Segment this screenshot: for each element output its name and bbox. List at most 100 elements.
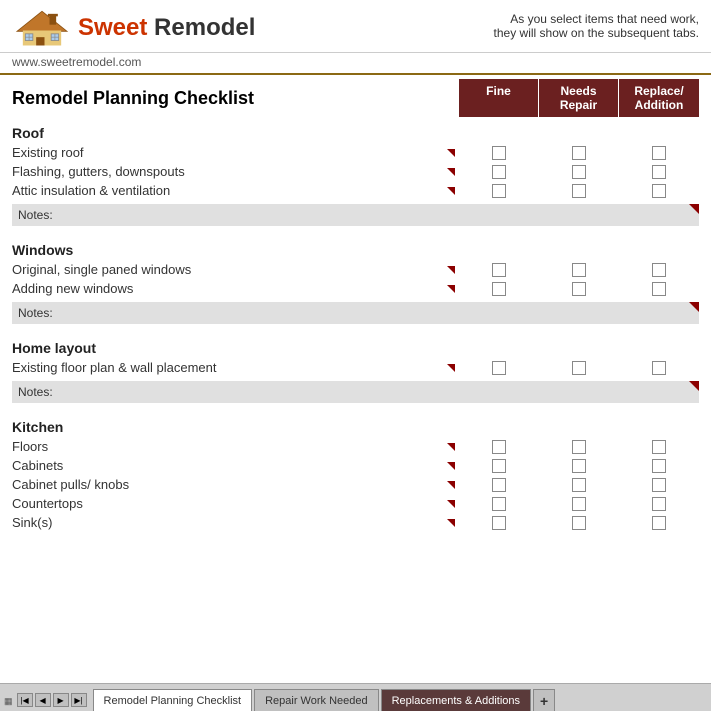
page-title: Remodel Planning Checklist <box>12 88 459 109</box>
checkbox-replace[interactable] <box>652 184 666 198</box>
notes-row-roof: Notes: <box>12 204 699 226</box>
red-corner-icon <box>447 187 455 195</box>
checkbox-cell-replace <box>619 263 699 277</box>
checkbox-fine[interactable] <box>492 165 506 179</box>
checkbox-replace[interactable] <box>652 440 666 454</box>
row-label: Cabinets <box>12 458 447 473</box>
checkbox-cell-replace <box>619 459 699 473</box>
column-headers: Fine Needs Repair Replace/ Addition <box>459 79 699 117</box>
table-row: Countertops <box>12 494 699 513</box>
checkbox-repair[interactable] <box>572 478 586 492</box>
checkbox-repair[interactable] <box>572 440 586 454</box>
table-row: Sink(s) <box>12 513 699 532</box>
tab-first-button[interactable]: |◀ <box>17 693 33 707</box>
checkbox-repair[interactable] <box>572 146 586 160</box>
checkbox-replace[interactable] <box>652 516 666 530</box>
table-row: Cabinet pulls/ knobs <box>12 475 699 494</box>
tab-remodel-planning[interactable]: Remodel Planning Checklist <box>93 689 253 711</box>
checkbox-cell-replace <box>619 361 699 375</box>
checkbox-group <box>459 361 699 375</box>
checkbox-repair[interactable] <box>572 184 586 198</box>
red-corner-icon <box>447 500 455 508</box>
col-header-needs-repair: Needs Repair <box>539 79 619 117</box>
main-content: Roof Existing roof Flashing, gutters, do… <box>0 117 711 647</box>
tab-next-button[interactable]: ▶ <box>53 693 69 707</box>
section-title-windows: Windows <box>12 234 699 260</box>
checkbox-replace[interactable] <box>652 263 666 277</box>
checkbox-cell-fine <box>459 184 539 198</box>
section-home-layout: Home layout Existing floor plan & wall p… <box>12 332 699 403</box>
checkbox-cell-replace <box>619 497 699 511</box>
row-label: Floors <box>12 439 447 454</box>
table-row: Adding new windows <box>12 279 699 298</box>
tagline-line2: they will show on the subsequent tabs. <box>494 26 699 40</box>
row-label: Existing floor plan & wall placement <box>12 360 447 375</box>
tab-prev-button[interactable]: ◀ <box>35 693 51 707</box>
logo-house-icon <box>12 8 72 48</box>
checkbox-cell-fine <box>459 263 539 277</box>
checkbox-repair[interactable] <box>572 165 586 179</box>
checkbox-fine[interactable] <box>492 440 506 454</box>
checkbox-replace[interactable] <box>652 459 666 473</box>
checkbox-replace[interactable] <box>652 361 666 375</box>
section-title-home-layout: Home layout <box>12 332 699 358</box>
logo-sweet: Sweet <box>78 14 147 41</box>
checkbox-replace[interactable] <box>652 282 666 296</box>
checkbox-cell-fine <box>459 165 539 179</box>
row-label: Original, single paned windows <box>12 262 447 277</box>
checkbox-fine[interactable] <box>492 146 506 160</box>
checkbox-cell-replace <box>619 184 699 198</box>
checkbox-fine[interactable] <box>492 459 506 473</box>
section-title-kitchen: Kitchen <box>12 411 699 437</box>
table-row: Existing floor plan & wall placement <box>12 358 699 377</box>
checkbox-repair[interactable] <box>572 497 586 511</box>
table-row: Flashing, gutters, downspouts <box>12 162 699 181</box>
checkbox-group <box>459 165 699 179</box>
tagline-line1: As you select items that need work, <box>494 12 699 26</box>
tab-last-button[interactable]: ▶| <box>71 693 87 707</box>
checkbox-fine[interactable] <box>492 516 506 530</box>
checkbox-group <box>459 282 699 296</box>
checkbox-repair[interactable] <box>572 263 586 277</box>
table-row: Existing roof <box>12 143 699 162</box>
table-row: Original, single paned windows <box>12 260 699 279</box>
row-label: Attic insulation & ventilation <box>12 183 447 198</box>
table-row: Cabinets <box>12 456 699 475</box>
checkbox-fine[interactable] <box>492 361 506 375</box>
notes-row-windows: Notes: <box>12 302 699 324</box>
checkbox-cell-repair <box>539 459 619 473</box>
notes-label: Notes: <box>18 385 53 399</box>
checkbox-cell-repair <box>539 263 619 277</box>
tab-add-button[interactable]: + <box>533 689 555 711</box>
checkbox-repair[interactable] <box>572 361 586 375</box>
checkbox-replace[interactable] <box>652 497 666 511</box>
checkbox-replace[interactable] <box>652 146 666 160</box>
checkbox-repair[interactable] <box>572 282 586 296</box>
notes-label: Notes: <box>18 208 53 222</box>
checkbox-fine[interactable] <box>492 263 506 277</box>
checkbox-replace[interactable] <box>652 478 666 492</box>
notes-label: Notes: <box>18 306 53 320</box>
checkbox-cell-repair <box>539 478 619 492</box>
tab-repair-work[interactable]: Repair Work Needed <box>254 689 379 711</box>
checkbox-repair[interactable] <box>572 459 586 473</box>
checkbox-cell-repair <box>539 184 619 198</box>
checkbox-group <box>459 263 699 277</box>
red-corner-icon <box>447 168 455 176</box>
row-label: Cabinet pulls/ knobs <box>12 477 447 492</box>
checkbox-fine[interactable] <box>492 497 506 511</box>
checkbox-group <box>459 184 699 198</box>
tab-replacements[interactable]: Replacements & Additions <box>381 689 531 711</box>
checkbox-cell-fine <box>459 478 539 492</box>
checkbox-repair[interactable] <box>572 516 586 530</box>
checkbox-cell-repair <box>539 440 619 454</box>
checkbox-replace[interactable] <box>652 165 666 179</box>
checkbox-fine[interactable] <box>492 184 506 198</box>
notes-row-home-layout: Notes: <box>12 381 699 403</box>
checkbox-fine[interactable] <box>492 478 506 492</box>
checkbox-fine[interactable] <box>492 282 506 296</box>
checkbox-cell-replace <box>619 478 699 492</box>
red-corner-icon <box>447 462 455 470</box>
section-roof: Roof Existing roof Flashing, gutters, do… <box>12 117 699 226</box>
checkbox-group <box>459 516 699 530</box>
